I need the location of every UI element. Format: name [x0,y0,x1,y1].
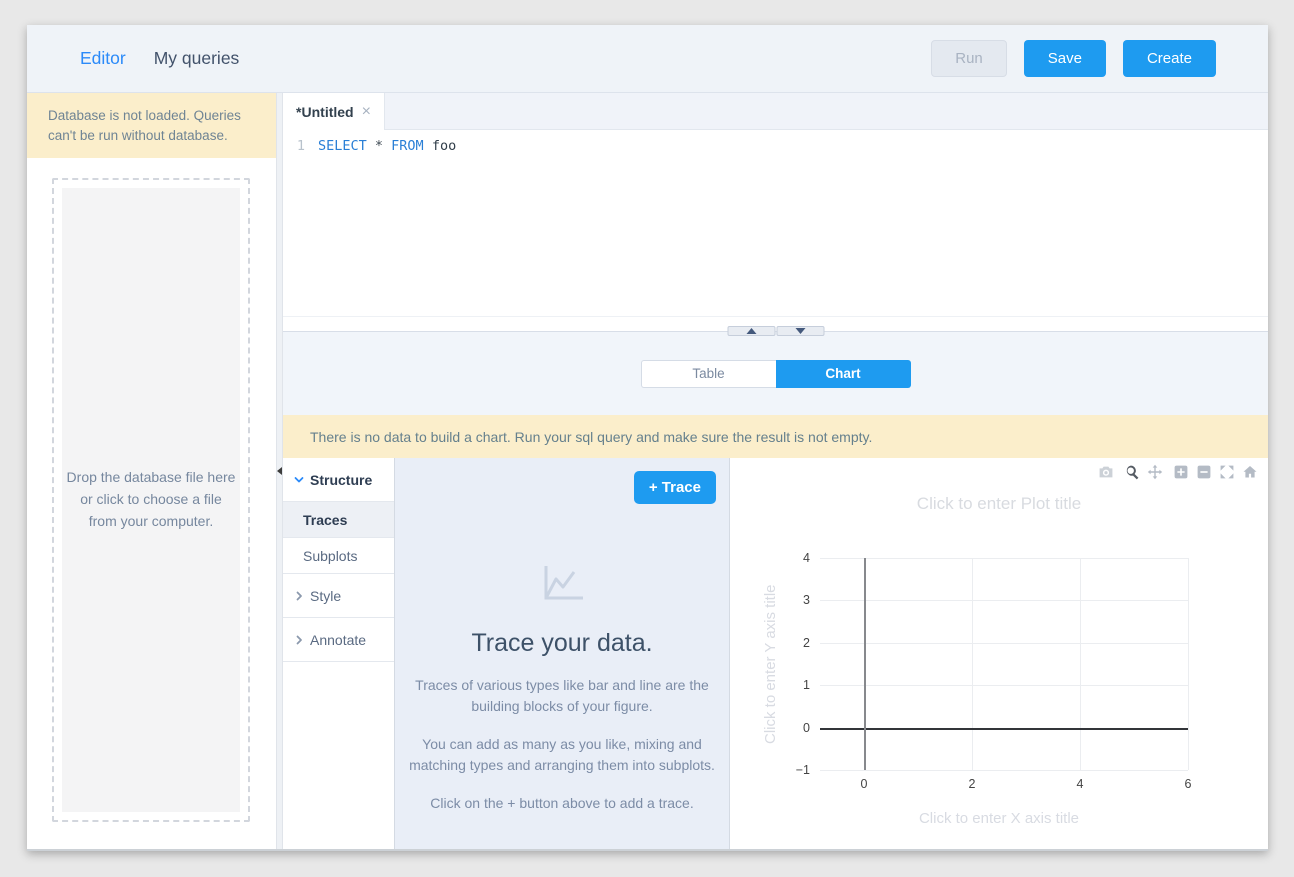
traces-empty-state: Trace your data. Traces of various types… [395,564,729,814]
arrow-down-icon [795,328,805,334]
chevron-right-icon [294,635,304,645]
chart-view-button[interactable]: Chart [776,360,911,388]
gridline-h [820,558,1188,559]
query-tab-bar: *Untitled × [283,93,1268,130]
chart-editor-sidebar: Structure Traces Subplots Style [283,458,395,849]
view-toggle: Table Chart [641,360,911,388]
results-view-band: Table Chart [283,331,1268,415]
save-button[interactable]: Save [1024,40,1106,77]
chevron-right-icon [294,591,304,601]
x-tick-label: 4 [1077,777,1084,791]
editor-results-splitter[interactable] [283,317,1268,331]
x-tick-label: 0 [861,777,868,791]
x-tick-label: 2 [969,777,976,791]
zoom-icon[interactable] [1124,464,1140,480]
plot-panel: Click to enter Plot title Click to enter… [730,458,1268,849]
table-view-button[interactable]: Table [641,360,776,388]
autoscale-icon[interactable] [1219,464,1235,480]
create-button[interactable]: Create [1123,40,1216,77]
expand-results-button[interactable] [776,326,824,336]
pan-icon[interactable] [1147,464,1163,480]
y-tick-label: 3 [803,593,810,607]
database-sidebar: Database is not loaded. Queries can't be… [27,93,276,849]
topbar-buttons: Run Save Create [931,40,1216,77]
expand-editor-button[interactable] [727,326,775,336]
zoom-out-icon[interactable] [1196,464,1212,480]
x-tick-label: 6 [1185,777,1192,791]
chevron-down-icon [294,475,304,485]
arrow-up-icon [746,328,756,334]
traces-panel: + Trace Trace your data. Traces of vario… [395,458,730,849]
sidebar-item-structure[interactable]: Structure [283,458,394,502]
add-trace-button[interactable]: + Trace [634,471,716,504]
plotly-modebar [1088,464,1258,480]
sidebar-item-label: Structure [310,472,372,488]
zeroline-x [864,558,866,770]
sidebar-item-label: Annotate [310,632,366,648]
sidebar-splitter[interactable] [276,93,283,849]
sidebar-item-subplots[interactable]: Subplots [283,538,394,574]
gridline-h [820,643,1188,644]
empty-state-paragraph: Click on the + button above to add a tra… [401,793,723,814]
sql-keyword: FROM [391,138,424,154]
y-axis-title[interactable]: Click to enter Y axis title [762,558,779,770]
sidebar-item-traces[interactable]: Traces [283,502,394,538]
dropzone-text: Drop the database file here or click to … [65,467,237,532]
y-tick-label: 4 [803,551,810,565]
app-window: Editor My queries Run Save Create Databa… [27,25,1268,851]
dropzone-inner[interactable]: Drop the database file here or click to … [62,188,240,812]
plot-title[interactable]: Click to enter Plot title [730,494,1268,514]
sql-keyword: SELECT [318,138,367,154]
sidebar-item-label: Traces [303,512,347,528]
code-line: 1 SELECT * FROM foo [283,136,1268,156]
database-warning: Database is not loaded. Queries can't be… [27,93,276,158]
nav-editor[interactable]: Editor [80,48,126,69]
collapse-sidebar-icon[interactable] [277,467,282,475]
empty-state-paragraph: You can add as many as you like, mixing … [401,734,723,776]
sidebar-item-annotate[interactable]: Annotate [283,618,394,662]
run-button[interactable]: Run [931,40,1007,77]
y-tick-label: 1 [803,678,810,692]
gridline-h [820,770,1188,771]
sql-code: SELECT * FROM foo [305,136,456,156]
tab-close-icon[interactable]: × [362,103,371,121]
home-icon[interactable] [1242,464,1258,480]
zeroline-y [820,728,1188,730]
gridline-v [1188,558,1189,770]
zoom-in-icon[interactable] [1173,464,1189,480]
line-chart-icon [539,564,585,604]
gridline-h [820,685,1188,686]
database-dropzone[interactable]: Drop the database file here or click to … [52,178,250,822]
tab-label: *Untitled [296,104,354,120]
x-axis-title[interactable]: Click to enter X axis title [730,810,1268,827]
gridline-v [1080,558,1081,770]
tab-untitled[interactable]: *Untitled × [283,93,385,130]
camera-icon[interactable] [1098,464,1114,480]
main-area: *Untitled × 1 SELECT * FROM foo Table [283,93,1268,849]
empty-state-title: Trace your data. [395,629,729,658]
y-tick-label: −1 [796,763,810,777]
sql-editor[interactable]: 1 SELECT * FROM foo [283,130,1268,317]
sql-operator: * [367,138,391,154]
sidebar-item-label: Subplots [303,548,357,564]
top-bar: Editor My queries Run Save Create [27,25,1268,93]
no-data-warning: There is no data to build a chart. Run y… [283,415,1268,458]
sidebar-item-style[interactable]: Style [283,574,394,618]
empty-state-paragraph: Traces of various types like bar and lin… [401,675,723,717]
y-tick-label: 0 [803,721,810,735]
plot-area[interactable]: −1012340246 [820,558,1188,770]
chart-editor: Structure Traces Subplots Style [283,458,1268,849]
gridline-h [820,600,1188,601]
y-tick-label: 2 [803,636,810,650]
splitter-buttons [727,326,824,336]
nav-my-queries[interactable]: My queries [154,48,240,69]
gridline-v [972,558,973,770]
sql-identifier: foo [424,138,457,154]
sidebar-item-label: Style [310,588,341,604]
line-number: 1 [283,136,305,156]
